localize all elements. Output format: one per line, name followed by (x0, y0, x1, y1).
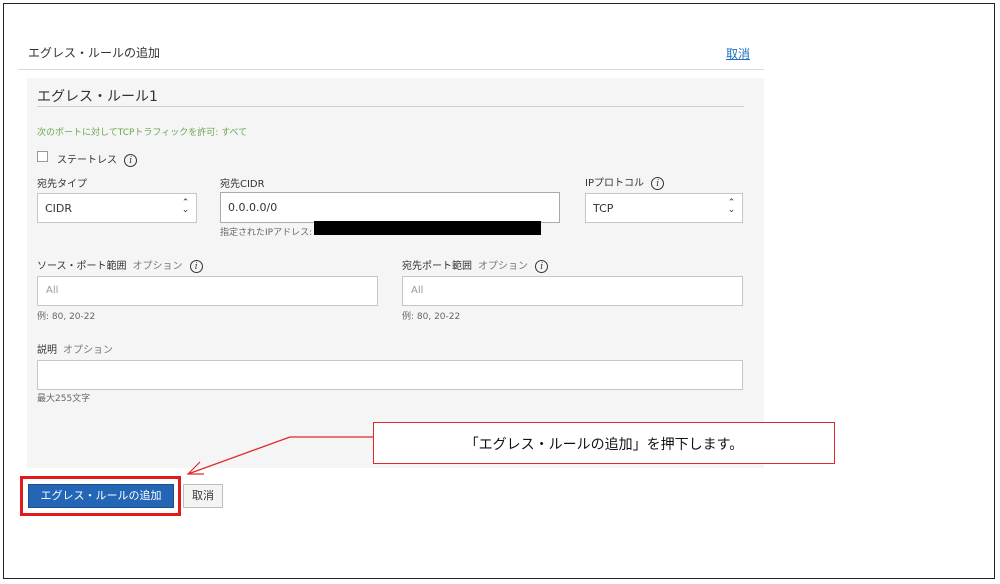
destination-cidr-hint: 指定されたIPアドレス: (220, 228, 313, 238)
instruction-callout: 「エグレス・ルールの追加」を押下します。 (373, 422, 835, 464)
stateless-label-group: ステートレス i (57, 151, 138, 167)
destination-cidr-label: 宛先CIDR (220, 179, 265, 190)
description-optional: オプション (63, 345, 113, 356)
destination-type-label: 宛先タイプ (37, 179, 87, 190)
description-label: 説明 (37, 345, 57, 356)
description-input[interactable] (37, 360, 743, 390)
ip-protocol-label-group: IPプロトコル i (585, 174, 665, 190)
ip-protocol-select[interactable]: TCP ⌃ ⌄ (585, 193, 743, 223)
ip-protocol-label: IPプロトコル (585, 178, 644, 189)
redaction-bar (314, 221, 541, 235)
dialog-title: エグレス・ルールの追加 (28, 46, 161, 60)
info-icon[interactable]: i (651, 176, 665, 190)
egress-rule-panel: エグレス・ルール1 次のポートに対してTCPトラフィックを許可: すべて ステー… (27, 78, 764, 468)
dest-port-label: 宛先ポート範囲 (402, 261, 472, 272)
source-port-input[interactable]: All (37, 276, 378, 306)
destination-cidr-input[interactable]: 0.0.0.0/0 (220, 192, 560, 223)
footer-cancel-button[interactable]: 取消 (183, 484, 223, 508)
dest-port-input[interactable]: All (402, 276, 743, 306)
info-icon[interactable]: i (124, 153, 138, 167)
dest-port-optional: オプション (478, 261, 528, 272)
chevron-updown-icon: ⌃ ⌄ (727, 198, 736, 215)
chevron-updown-icon: ⌃ ⌄ (181, 198, 190, 215)
callout-text: 「エグレス・ルールの追加」を押下します。 (464, 437, 744, 453)
info-icon[interactable]: i (189, 259, 203, 273)
description-hint: 最大255文字 (37, 394, 91, 404)
destination-type-value: CIDR (45, 202, 73, 215)
dialog-header: エグレス・ルールの追加 取消 (18, 36, 764, 70)
stateless-label: ステートレス (57, 155, 117, 166)
header-cancel-link[interactable]: 取消 (726, 45, 750, 62)
rule-title: エグレス・ルール1 (37, 89, 158, 105)
source-port-label-group: ソース・ポート範囲 オプション i (37, 257, 203, 273)
source-port-label: ソース・ポート範囲 (37, 261, 127, 272)
info-icon[interactable]: i (535, 259, 549, 273)
source-port-placeholder: All (46, 285, 59, 296)
source-port-optional: オプション (132, 261, 183, 272)
rule-summary: 次のポートに対してTCPトラフィックを許可: すべて (37, 128, 248, 138)
highlight-box (20, 476, 181, 516)
destination-cidr-value: 0.0.0.0/0 (228, 201, 278, 214)
dest-port-hint: 例: 80, 20-22 (402, 312, 461, 322)
ip-protocol-value: TCP (593, 202, 614, 215)
source-port-hint: 例: 80, 20-22 (37, 312, 96, 322)
dest-port-placeholder: All (411, 285, 424, 296)
dest-port-label-group: 宛先ポート範囲 オプション i (402, 257, 549, 273)
description-label-group: 説明 オプション (37, 341, 113, 356)
stateless-checkbox[interactable] (37, 151, 48, 162)
rule-divider (37, 106, 744, 107)
destination-type-select[interactable]: CIDR ⌃ ⌄ (37, 193, 197, 223)
